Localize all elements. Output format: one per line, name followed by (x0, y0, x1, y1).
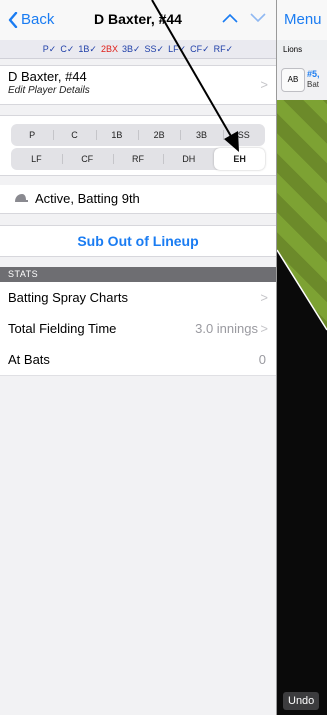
batting-helmet-icon (15, 194, 28, 202)
sub-out-of-lineup-button[interactable]: Sub Out of Lineup (0, 233, 276, 249)
stats-row-label: Batting Spray Charts (8, 290, 128, 305)
player-detail-panel: Back D Baxter, #44 P✓ C✓ 1B✓ 2BX 3B✓ SS✓ LF✓ CF… (0, 0, 276, 715)
lineup-status-text: Active, Batting 9th (35, 191, 140, 206)
position-segment-lf[interactable]: LF (11, 148, 62, 170)
at-bat-bar: AB #5, Bat (277, 60, 327, 100)
at-bat-button[interactable]: AB (281, 68, 305, 92)
position-segment-cf[interactable]: CF (61, 148, 113, 170)
position-segment-ss[interactable]: SS (222, 124, 265, 146)
team-label: Lions (277, 40, 327, 60)
position-segment-row-1: P C 1B 2B 3B SS (11, 124, 265, 146)
batter-subtitle: Bat (307, 80, 320, 89)
position-coverage-line: P✓ C✓ 1B✓ 2BX 3B✓ SS✓ LF✓ CF✓ RF✓ (0, 40, 276, 59)
position-coverage-item: C✓ (60, 44, 75, 54)
stats-row-label: Total Fielding Time (8, 321, 117, 336)
stats-row-label: At Bats (8, 352, 50, 367)
stats-row-at-bats: At Bats 0 (0, 344, 276, 376)
disclosure-chevron-icon: > (260, 290, 268, 305)
lineup-status-cell: Active, Batting 9th (0, 185, 276, 214)
game-nav-bar: Menu (277, 0, 327, 40)
sub-out-cell[interactable]: Sub Out of Lineup (0, 225, 276, 257)
stats-row-total-fielding-time[interactable]: Total Fielding Time 3.0 innings > (0, 313, 276, 345)
chevron-down-icon[interactable] (250, 13, 266, 23)
edit-player-cell[interactable]: D Baxter, #44 Edit Player Details > (0, 65, 276, 105)
player-name: D Baxter, #44 (8, 69, 87, 84)
position-segment-dh[interactable]: DH (163, 148, 214, 170)
position-coverage-item: LF✓ (168, 44, 187, 54)
navigation-bar: Back D Baxter, #44 (0, 0, 276, 40)
disclosure-chevron-icon: > (260, 77, 268, 92)
menu-button[interactable]: Menu (284, 11, 322, 28)
game-panel: Menu Lions AB #5, Bat Undo (277, 0, 327, 715)
stats-row-value: 0 (258, 352, 266, 367)
edit-player-details-label: Edit Player Details (8, 85, 90, 96)
position-segment-rf[interactable]: RF (112, 148, 164, 170)
position-segment-eh[interactable]: EH (214, 148, 265, 170)
stats-section-header: STATS (0, 267, 276, 282)
stats-row-batting-spray-charts[interactable]: Batting Spray Charts > (0, 282, 276, 314)
position-coverage-item: 3B✓ (121, 44, 141, 54)
foul-line-graphic (277, 249, 327, 450)
position-coverage-item: P✓ (42, 44, 57, 54)
position-segment-c[interactable]: C (53, 124, 95, 146)
position-segment-p[interactable]: P (11, 124, 53, 146)
position-coverage-item: 1B✓ (78, 44, 97, 54)
chevron-up-icon[interactable] (222, 13, 238, 23)
disclosure-chevron-icon: > (260, 321, 268, 336)
position-selector: P C 1B 2B 3B SS LF CF RF DH EH (0, 115, 276, 176)
baseball-field-image[interactable] (277, 100, 327, 450)
position-segment-3b[interactable]: 3B (180, 124, 222, 146)
undo-button[interactable]: Undo (283, 692, 320, 710)
position-segment-1b[interactable]: 1B (95, 124, 138, 146)
position-coverage-item: RF✓ (213, 44, 234, 54)
position-coverage-item: SS✓ (144, 44, 165, 54)
position-coverage-item: CF✓ (190, 44, 210, 54)
position-segment-2b[interactable]: 2B (137, 124, 180, 146)
batter-number: #5, (307, 69, 320, 79)
position-coverage-item: 2BX (100, 44, 118, 54)
stats-row-value: 3.0 innings (195, 321, 258, 336)
position-segment-row-2: LF CF RF DH EH (11, 148, 265, 170)
